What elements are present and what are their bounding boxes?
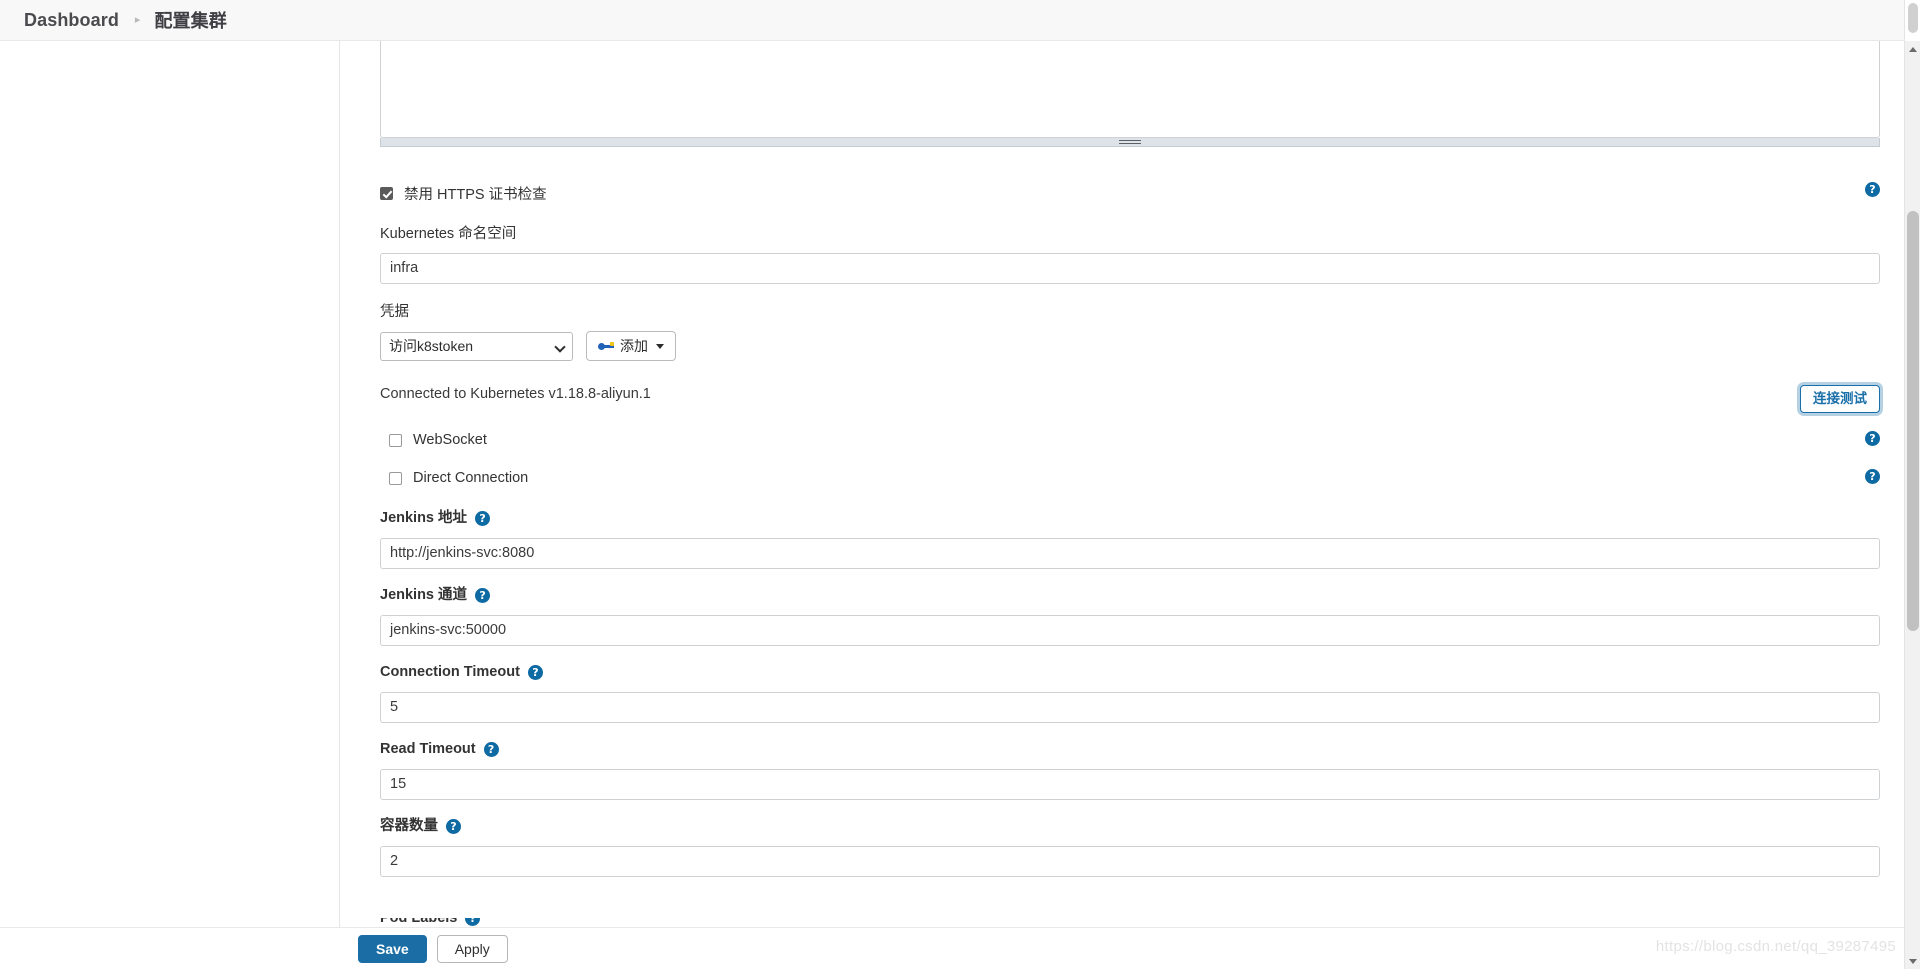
container-cap-label: 容器数量 (380, 818, 438, 834)
container-cap-label-wrap: 容器数量 ? (380, 817, 1880, 835)
credentials-label: 凭据 (380, 304, 409, 320)
field-pod-labels-clipped: Pod Labels ? (380, 918, 481, 927)
container-cap-input[interactable]: 2 (380, 846, 1880, 877)
websocket-label: WebSocket (413, 432, 487, 448)
connection-timeout-input[interactable]: 5 (380, 692, 1880, 723)
credentials-select[interactable]: 访问k8stoken (380, 331, 573, 361)
page-body: 禁用 HTTPS 证书检查 ? Kubernetes 命名空间 infra 凭据… (0, 41, 1920, 969)
jenkins-tunnel-input[interactable]: jenkins-svc:50000 (380, 615, 1880, 646)
read-timeout-label: Read Timeout (380, 741, 476, 757)
vertical-scrollbar-thumb[interactable] (1907, 211, 1919, 631)
add-credentials-label: 添加 (620, 338, 648, 354)
direct-connection-checkbox[interactable]: Direct Connection (380, 470, 1880, 486)
field-credentials: 凭据 访问k8stoken 添加 (380, 303, 1880, 361)
namespace-label: Kubernetes 命名空间 (380, 226, 517, 242)
help-icon-connection-timeout[interactable]: ? (527, 664, 543, 680)
add-credentials-button[interactable]: 添加 (586, 331, 676, 361)
credentials-selected-value: 访问k8stoken (389, 337, 474, 354)
help-icon-container-cap[interactable]: ? (446, 818, 461, 834)
websocket-checkbox[interactable]: WebSocket (380, 432, 1880, 448)
breadcrumb-bar: Dashboard ▸ 配置集群 (0, 0, 1920, 41)
save-button[interactable]: Save (358, 934, 427, 963)
disable-https-check-checkbox[interactable]: 禁用 HTTPS 证书检查 (380, 183, 1880, 204)
field-disable-https-check: 禁用 HTTPS 证书检查 ? (380, 182, 1880, 204)
field-websocket: WebSocket ? (380, 431, 1880, 448)
left-gutter (0, 41, 340, 927)
checkbox-box[interactable] (389, 471, 402, 485)
pod-labels-label: Pod Labels (380, 918, 458, 926)
field-jenkins-url: Jenkins 地址 ? http://jenkins-svc:8080 (380, 509, 1880, 569)
breadcrumb-current-page: 配置集群 (154, 11, 227, 31)
caret-down-icon (656, 343, 664, 349)
jenkins-tunnel-label-wrap: Jenkins 通道 ? (380, 586, 1880, 604)
read-timeout-label-wrap: Read Timeout ? (380, 740, 1880, 758)
jenkins-url-label: Jenkins 地址 (380, 510, 468, 526)
key-icon (598, 340, 614, 352)
connection-timeout-label: Connection Timeout (380, 664, 520, 680)
connection-status-text: Connected to Kubernetes v1.18.8-aliyun.1 (380, 386, 651, 402)
chevron-down-icon (554, 340, 566, 353)
namespace-input[interactable]: infra (380, 253, 1880, 284)
field-read-timeout: Read Timeout ? 15 (380, 740, 1880, 800)
field-jenkins-tunnel: Jenkins 通道 ? jenkins-svc:50000 (380, 586, 1880, 646)
cluster-config-form: 禁用 HTTPS 证书检查 ? Kubernetes 命名空间 infra 凭据… (380, 41, 1880, 877)
help-icon-websocket[interactable]: ? (1865, 431, 1880, 446)
breadcrumb-separator-icon: ▸ (134, 13, 141, 26)
connection-status-row: Connected to Kubernetes v1.18.8-aliyun.1… (380, 385, 1880, 413)
checkbox-box[interactable] (380, 187, 393, 200)
read-timeout-input[interactable]: 15 (380, 769, 1880, 800)
help-icon-disable-https-check[interactable]: ? (1865, 182, 1880, 197)
jenkins-tunnel-label: Jenkins 通道 (380, 587, 468, 603)
field-namespace: Kubernetes 命名空间 infra (380, 225, 1880, 284)
outer-scrollbar-thumb[interactable] (1908, 3, 1918, 33)
help-icon-jenkins-url[interactable]: ? (475, 510, 491, 526)
jenkins-url-input[interactable]: http://jenkins-svc:8080 (380, 538, 1880, 569)
connection-timeout-label-wrap: Connection Timeout ? (380, 663, 1880, 681)
help-icon-direct-connection[interactable]: ? (1865, 469, 1880, 484)
outer-scrollbar[interactable] (1904, 0, 1920, 41)
disable-https-check-label: 禁用 HTTPS 证书检查 (404, 187, 547, 203)
field-direct-connection: Direct Connection ? (380, 469, 1880, 486)
scroll-up-arrow-icon[interactable] (1905, 41, 1920, 57)
direct-connection-label: Direct Connection (413, 470, 529, 486)
jenkins-url-label-wrap: Jenkins 地址 ? (380, 509, 1880, 527)
vertical-scrollbar[interactable] (1904, 41, 1920, 969)
form-action-bar: Save Apply (0, 927, 1920, 969)
help-icon-jenkins-tunnel[interactable]: ? (475, 587, 491, 603)
apply-button[interactable]: Apply (436, 934, 508, 963)
test-connection-button[interactable]: 连接测试 (1800, 385, 1880, 413)
scroll-down-arrow-icon[interactable] (1905, 953, 1920, 969)
help-icon-read-timeout[interactable]: ? (483, 741, 499, 757)
field-container-cap: 容器数量 ? 2 (380, 817, 1880, 877)
help-icon-pod-labels[interactable]: ? (465, 918, 481, 926)
field-connection-timeout: Connection Timeout ? 5 (380, 663, 1880, 723)
watermark-text: https://blog.csdn.net/qq_39287495 (1655, 938, 1896, 955)
checkbox-box[interactable] (389, 433, 402, 447)
breadcrumb-dashboard[interactable]: Dashboard (24, 10, 119, 31)
